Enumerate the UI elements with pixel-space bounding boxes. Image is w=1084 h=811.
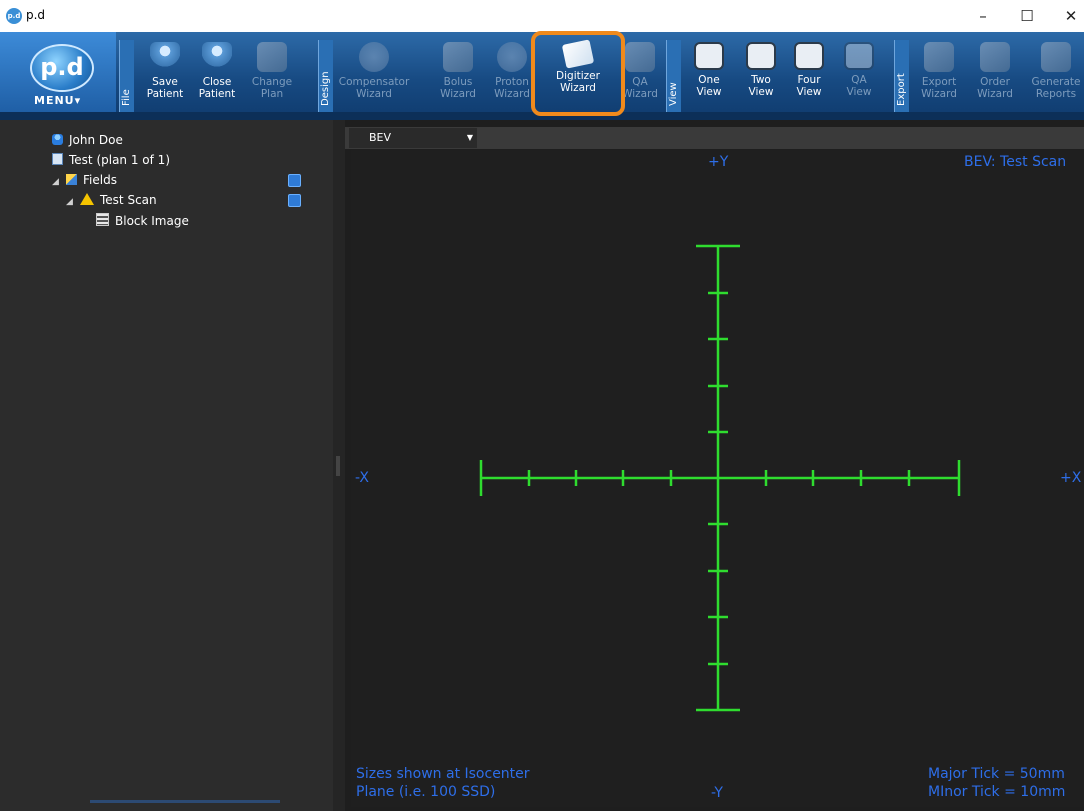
close-window-button[interactable]: ✕	[1056, 4, 1084, 28]
tree-scroll-indicator	[90, 800, 280, 803]
axis-label-pos-y: +Y	[708, 154, 729, 170]
axis-label-neg-y: -Y	[711, 785, 723, 801]
qa-view-icon	[844, 42, 874, 70]
menu-button[interactable]: MENU▾	[34, 94, 81, 107]
view-selector-dropdown[interactable]: BEV ▼	[349, 128, 477, 148]
group-tab-design: Design	[318, 40, 333, 112]
order-icon	[980, 42, 1010, 72]
two-view-button[interactable]: Two View	[738, 36, 784, 112]
group-tab-view: View	[666, 40, 681, 112]
patient-name: John Doe	[69, 133, 123, 147]
proton-icon	[497, 42, 527, 72]
block-image-icon	[96, 213, 109, 226]
group-tab-file: File	[119, 40, 134, 112]
digitizer-highlight-box	[531, 31, 625, 116]
minor-tick-legend: MInor Tick = 10mm	[928, 784, 1066, 800]
two-view-label: Two View	[748, 74, 774, 98]
save-patient-button[interactable]: Save Patient	[140, 36, 190, 112]
one-view-icon	[694, 42, 724, 70]
bev-view-title: BEV: Test Scan	[964, 154, 1067, 170]
order-wizard-label: Order Wizard	[977, 76, 1013, 100]
collapse-icon[interactable]: ◢	[66, 197, 74, 207]
compensator-wizard-button[interactable]: Compensator Wizard	[336, 36, 412, 112]
reports-icon	[1041, 42, 1071, 72]
warning-icon	[80, 193, 94, 205]
generate-reports-button[interactable]: Generate Reports	[1028, 36, 1084, 112]
group-label-view: View	[668, 82, 679, 106]
tree-item-fields[interactable]: ◢ Fields	[52, 173, 117, 187]
change-plan-icon	[257, 42, 287, 72]
collapse-icon[interactable]: ◢	[52, 177, 60, 187]
qa-wizard-icon	[625, 42, 655, 72]
close-patient-label: Close Patient	[198, 76, 236, 100]
fields-icon	[66, 174, 77, 185]
save-patient-icon	[150, 42, 180, 72]
chevron-down-icon: ▼	[466, 133, 473, 142]
block-image-label: Block Image	[115, 214, 189, 228]
test-scan-visibility-checkbox[interactable]	[288, 194, 301, 207]
major-tick-legend: Major Tick = 50mm	[928, 766, 1065, 782]
export-wizard-label: Export Wizard	[921, 76, 957, 100]
tree-item-patient[interactable]: John Doe	[52, 133, 123, 147]
bolus-icon	[443, 42, 473, 72]
title-bar: p.d p.d – ☐ ✕	[0, 0, 1084, 32]
plan-label: Test (plan 1 of 1)	[69, 153, 170, 167]
compensator-wizard-label: Compensator Wizard	[338, 76, 410, 100]
order-wizard-button[interactable]: Order Wizard	[970, 36, 1020, 112]
export-icon	[924, 42, 954, 72]
maximize-button[interactable]: ☐	[1012, 4, 1042, 28]
splitter-grip[interactable]	[336, 456, 340, 476]
change-plan-button[interactable]: Change Plan	[248, 36, 296, 112]
four-view-label: Four View	[796, 74, 822, 98]
patient-icon	[52, 134, 63, 145]
two-view-icon	[746, 42, 776, 70]
tree-item-test-scan[interactable]: ◢ Test Scan	[66, 193, 157, 207]
group-label-export: Export	[896, 73, 907, 106]
group-tab-export: Export	[894, 40, 909, 112]
one-view-label: One View	[696, 74, 722, 98]
compensator-icon	[359, 42, 389, 72]
save-patient-label: Save Patient	[146, 76, 184, 100]
tree-item-plan[interactable]: Test (plan 1 of 1)	[52, 153, 170, 167]
group-label-design: Design	[320, 71, 331, 106]
window-title: p.d	[26, 8, 46, 22]
fields-visibility-checkbox[interactable]	[288, 174, 301, 187]
change-plan-label: Change Plan	[251, 76, 293, 100]
pd-logo[interactable]: p.d	[30, 44, 94, 92]
footer-sizes-line1: Sizes shown at Isocenter	[356, 766, 530, 782]
minimize-button[interactable]: –	[968, 4, 998, 28]
generate-reports-label: Generate Reports	[1031, 76, 1081, 100]
export-wizard-button[interactable]: Export Wizard	[914, 36, 964, 112]
qa-view-label: QA View	[846, 74, 872, 98]
bolus-wizard-label: Bolus Wizard	[440, 76, 476, 100]
bolus-wizard-button[interactable]: Bolus Wizard	[432, 36, 484, 112]
proton-wizard-button[interactable]: Proton Wizard	[488, 36, 536, 112]
group-label-file: File	[121, 89, 132, 106]
axis-label-neg-x: -X	[355, 470, 369, 486]
close-patient-icon	[202, 42, 232, 72]
four-view-icon	[794, 42, 824, 70]
fields-label: Fields	[83, 173, 117, 187]
qa-view-button[interactable]: QA View	[836, 36, 882, 112]
test-scan-label: Test Scan	[100, 193, 157, 207]
four-view-button[interactable]: Four View	[786, 36, 832, 112]
close-patient-button[interactable]: Close Patient	[192, 36, 242, 112]
tree-item-block-image[interactable]: Block Image	[96, 213, 189, 228]
plan-icon	[52, 153, 63, 165]
crosshair-graticule	[479, 244, 961, 712]
view-selector-label: BEV	[369, 131, 392, 144]
axis-label-pos-x: +X	[1060, 470, 1082, 486]
pd-app-icon: p.d	[6, 8, 22, 24]
proton-wizard-label: Proton Wizard	[494, 76, 530, 100]
one-view-button[interactable]: One View	[686, 36, 732, 112]
footer-sizes-line2: Plane (i.e. 100 SSD)	[356, 784, 496, 800]
